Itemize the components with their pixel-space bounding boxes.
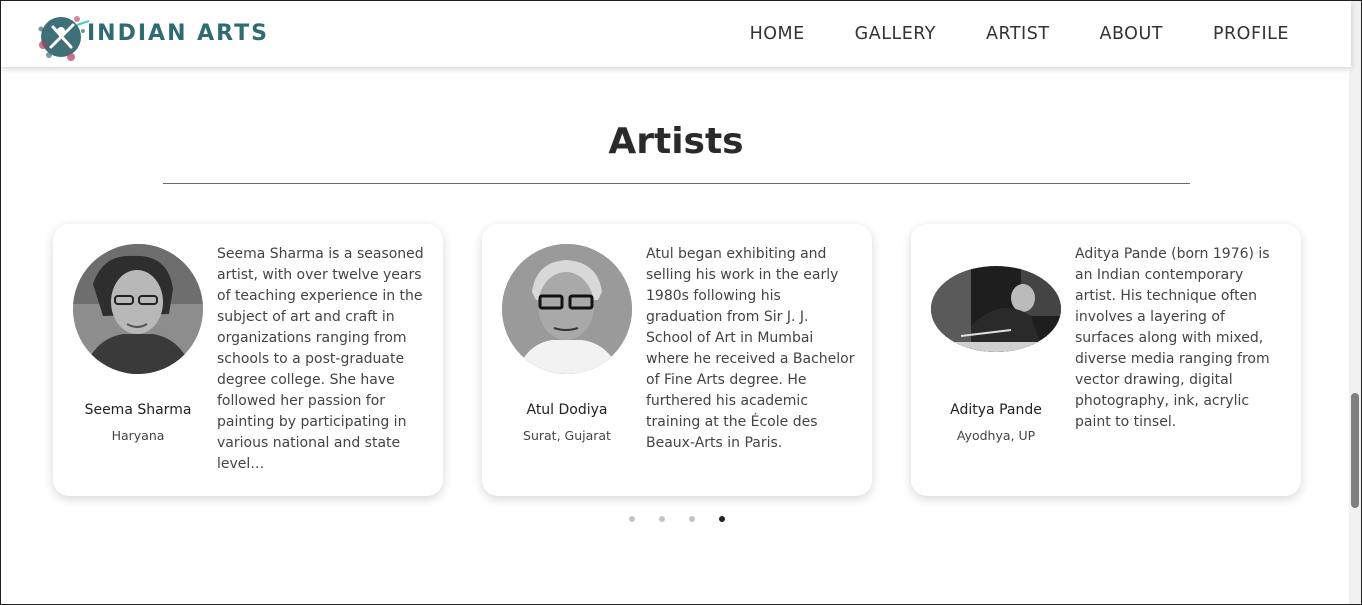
brand-name: INDIAN ARTS bbox=[87, 21, 269, 46]
artist-name: Seema Sharma bbox=[84, 402, 192, 418]
nav-artist[interactable]: ARTIST bbox=[986, 24, 1050, 44]
artist-name: Aditya Pande bbox=[950, 402, 1042, 418]
nav-gallery[interactable]: GALLERY bbox=[855, 24, 936, 44]
title-divider bbox=[163, 183, 1190, 184]
artist-photo bbox=[502, 244, 632, 374]
artist-card[interactable]: Atul Dodiya Surat, Gujarat Atul began ex… bbox=[482, 224, 872, 496]
section-title: Artists bbox=[608, 121, 744, 162]
artist-location: Ayodhya, UP bbox=[956, 428, 1036, 443]
nav-about[interactable]: ABOUT bbox=[1100, 24, 1163, 44]
artist-bio: Seema Sharma is a seasoned artist, with … bbox=[217, 246, 424, 472]
carousel-dot[interactable] bbox=[629, 516, 635, 522]
artist-photo bbox=[73, 244, 203, 374]
artist-photo-image bbox=[931, 266, 1061, 352]
artist-carousel: Seema Sharma Haryana Seema Sharma is a s… bbox=[53, 224, 1303, 496]
brand-logo-link[interactable]: INDIAN ARTS bbox=[33, 9, 293, 63]
artist-photo bbox=[931, 266, 1061, 352]
nav-home[interactable]: HOME bbox=[750, 24, 805, 44]
artist-location: Surat, Gujarat bbox=[523, 428, 611, 443]
top-navbar: INDIAN ARTS HOME GALLERY ARTIST ABOUT PR… bbox=[1, 1, 1351, 67]
artist-photo-image bbox=[502, 244, 632, 374]
artist-photo-image bbox=[73, 244, 203, 374]
artist-name: Atul Dodiya bbox=[526, 402, 608, 418]
artist-card[interactable]: Aditya Pande Ayodhya, UP Aditya Pande (b… bbox=[911, 224, 1301, 496]
nav-profile[interactable]: PROFILE bbox=[1213, 24, 1289, 44]
carousel-pagination bbox=[629, 516, 725, 522]
scrollbar-thumb[interactable] bbox=[1351, 393, 1359, 508]
artist-card[interactable]: Seema Sharma Haryana Seema Sharma is a s… bbox=[53, 224, 443, 496]
palette-logo-icon bbox=[38, 16, 90, 61]
artist-location: Haryana bbox=[111, 428, 165, 443]
main-nav: HOME GALLERY ARTIST ABOUT PROFILE bbox=[750, 1, 1289, 67]
carousel-dot[interactable] bbox=[659, 516, 665, 522]
carousel-dot-active[interactable] bbox=[719, 516, 725, 522]
carousel-dot[interactable] bbox=[689, 516, 695, 522]
artist-bio: Atul began exhibiting and selling his wo… bbox=[646, 246, 855, 451]
artist-bio: Aditya Pande (born 1976) is an Indian co… bbox=[1075, 246, 1270, 430]
page-scrollbar[interactable] bbox=[1349, 1, 1361, 604]
